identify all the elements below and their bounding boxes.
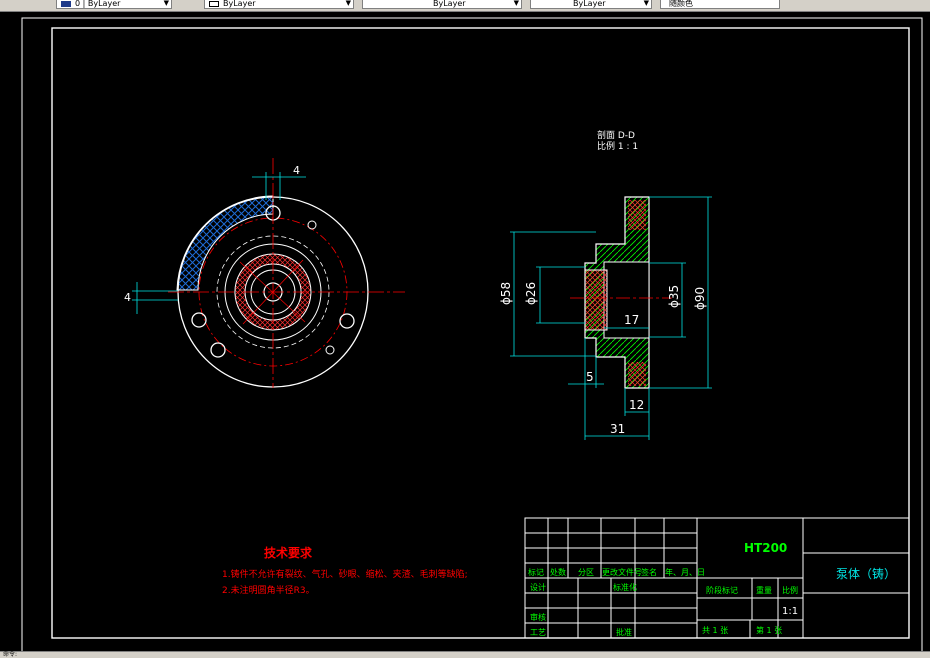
- tb-label: 比例: [782, 585, 798, 595]
- tb-label: 工艺: [530, 628, 546, 637]
- lineweight-combo-value: ByLayer: [573, 0, 606, 8]
- tb-label: 重量: [756, 585, 772, 595]
- dim-text: 17: [624, 313, 639, 327]
- bolt-hole: [325, 345, 335, 355]
- sheet-border: [21, 17, 923, 653]
- sheet-number: 第 1 张: [756, 625, 782, 635]
- linetype-combo-value: ByLayer: [433, 0, 466, 8]
- section-scale: 比例 1 : 1: [597, 140, 638, 152]
- color-swatch: [209, 1, 219, 7]
- properties-toolbar: 0 | ByLayer ▼ ByLayer ▼ ByLayer ▼ ByLayer ▼ …: [0, 0, 930, 12]
- tb-label: 处数: [550, 567, 566, 577]
- chevron-down-icon[interactable]: ▼: [164, 0, 169, 7]
- tb-label: 签名: [641, 567, 657, 577]
- drawing-canvas[interactable]: 4 4 剖面 D-D 比例 1 : 1 ϕ58 ϕ26 ϕ35 ϕ90 17 5…: [0, 12, 930, 657]
- plotstyle-combo-value: 随颜色: [669, 0, 693, 8]
- hub-hatch: [584, 269, 608, 331]
- dim-text: 4: [293, 164, 300, 177]
- material-text: HT200: [744, 541, 787, 555]
- plotstyle-combo[interactable]: 随颜色: [660, 0, 780, 9]
- dim-text: 4: [124, 291, 131, 304]
- color-combo[interactable]: ByLayer ▼: [204, 0, 354, 9]
- layer-combo[interactable]: 0 | ByLayer ▼: [56, 0, 172, 9]
- section-title: 剖面 D-D: [597, 129, 635, 141]
- tb-label: 更改文件号: [602, 567, 642, 577]
- dim-text: 12: [629, 398, 644, 412]
- chevron-down-icon[interactable]: ▼: [346, 0, 351, 7]
- front-view[interactable]: 4 4: [124, 158, 405, 388]
- bolt-hole: [191, 312, 207, 328]
- dim-text: 5: [586, 370, 594, 384]
- chevron-down-icon[interactable]: ▼: [644, 0, 649, 7]
- total-sheets: 共 1 张: [702, 626, 728, 635]
- dim-text: ϕ35: [667, 285, 681, 308]
- tb-label: 设计: [530, 582, 546, 592]
- tb-label: 标记: [528, 567, 544, 577]
- dim-text: ϕ58: [499, 282, 513, 305]
- flange-hatch-top: [628, 200, 646, 230]
- tb-label: 标准化: [613, 582, 637, 592]
- dim-text: 31: [610, 422, 625, 436]
- tech-req-title: 技术要求: [264, 545, 313, 560]
- flange-hatch-bottom: [628, 362, 646, 386]
- technical-requirements: 技术要求 1.铸件不允许有裂纹、气孔、砂眼、缩松、夹渣、毛刺等缺陷; 2.未注明…: [222, 545, 468, 596]
- tb-label: 审核: [530, 612, 546, 622]
- lineweight-combo[interactable]: ByLayer ▼: [530, 0, 652, 9]
- tb-label: 批准: [616, 627, 632, 637]
- layer-color-swatch: [61, 1, 71, 7]
- tech-req-line: 2.未注明圆角半径R3。: [222, 584, 315, 596]
- tb-label: 年、月、日: [665, 567, 705, 577]
- layer-combo-value: 0 | ByLayer: [75, 0, 121, 8]
- tb-label: 分区: [578, 568, 594, 577]
- dim-text: ϕ90: [693, 287, 707, 310]
- scale-value: 1:1: [782, 606, 798, 617]
- tech-req-line: 1.铸件不允许有裂纹、气孔、砂眼、缩松、夹渣、毛刺等缺陷;: [222, 568, 468, 580]
- bolt-hole: [307, 220, 317, 230]
- dim-text: ϕ26: [524, 282, 538, 305]
- part-name-text: 泵体（铸）: [836, 566, 896, 581]
- linetype-combo[interactable]: ByLayer ▼: [362, 0, 522, 9]
- bolt-hole: [339, 313, 355, 329]
- bolt-hole: [210, 342, 226, 358]
- color-combo-value: ByLayer: [223, 0, 256, 8]
- chevron-down-icon[interactable]: ▼: [514, 0, 519, 7]
- section-view[interactable]: 剖面 D-D 比例 1 : 1 ϕ58 ϕ26 ϕ35 ϕ90 17 5 12 …: [499, 129, 712, 440]
- tb-label: 阶段标记: [706, 585, 738, 595]
